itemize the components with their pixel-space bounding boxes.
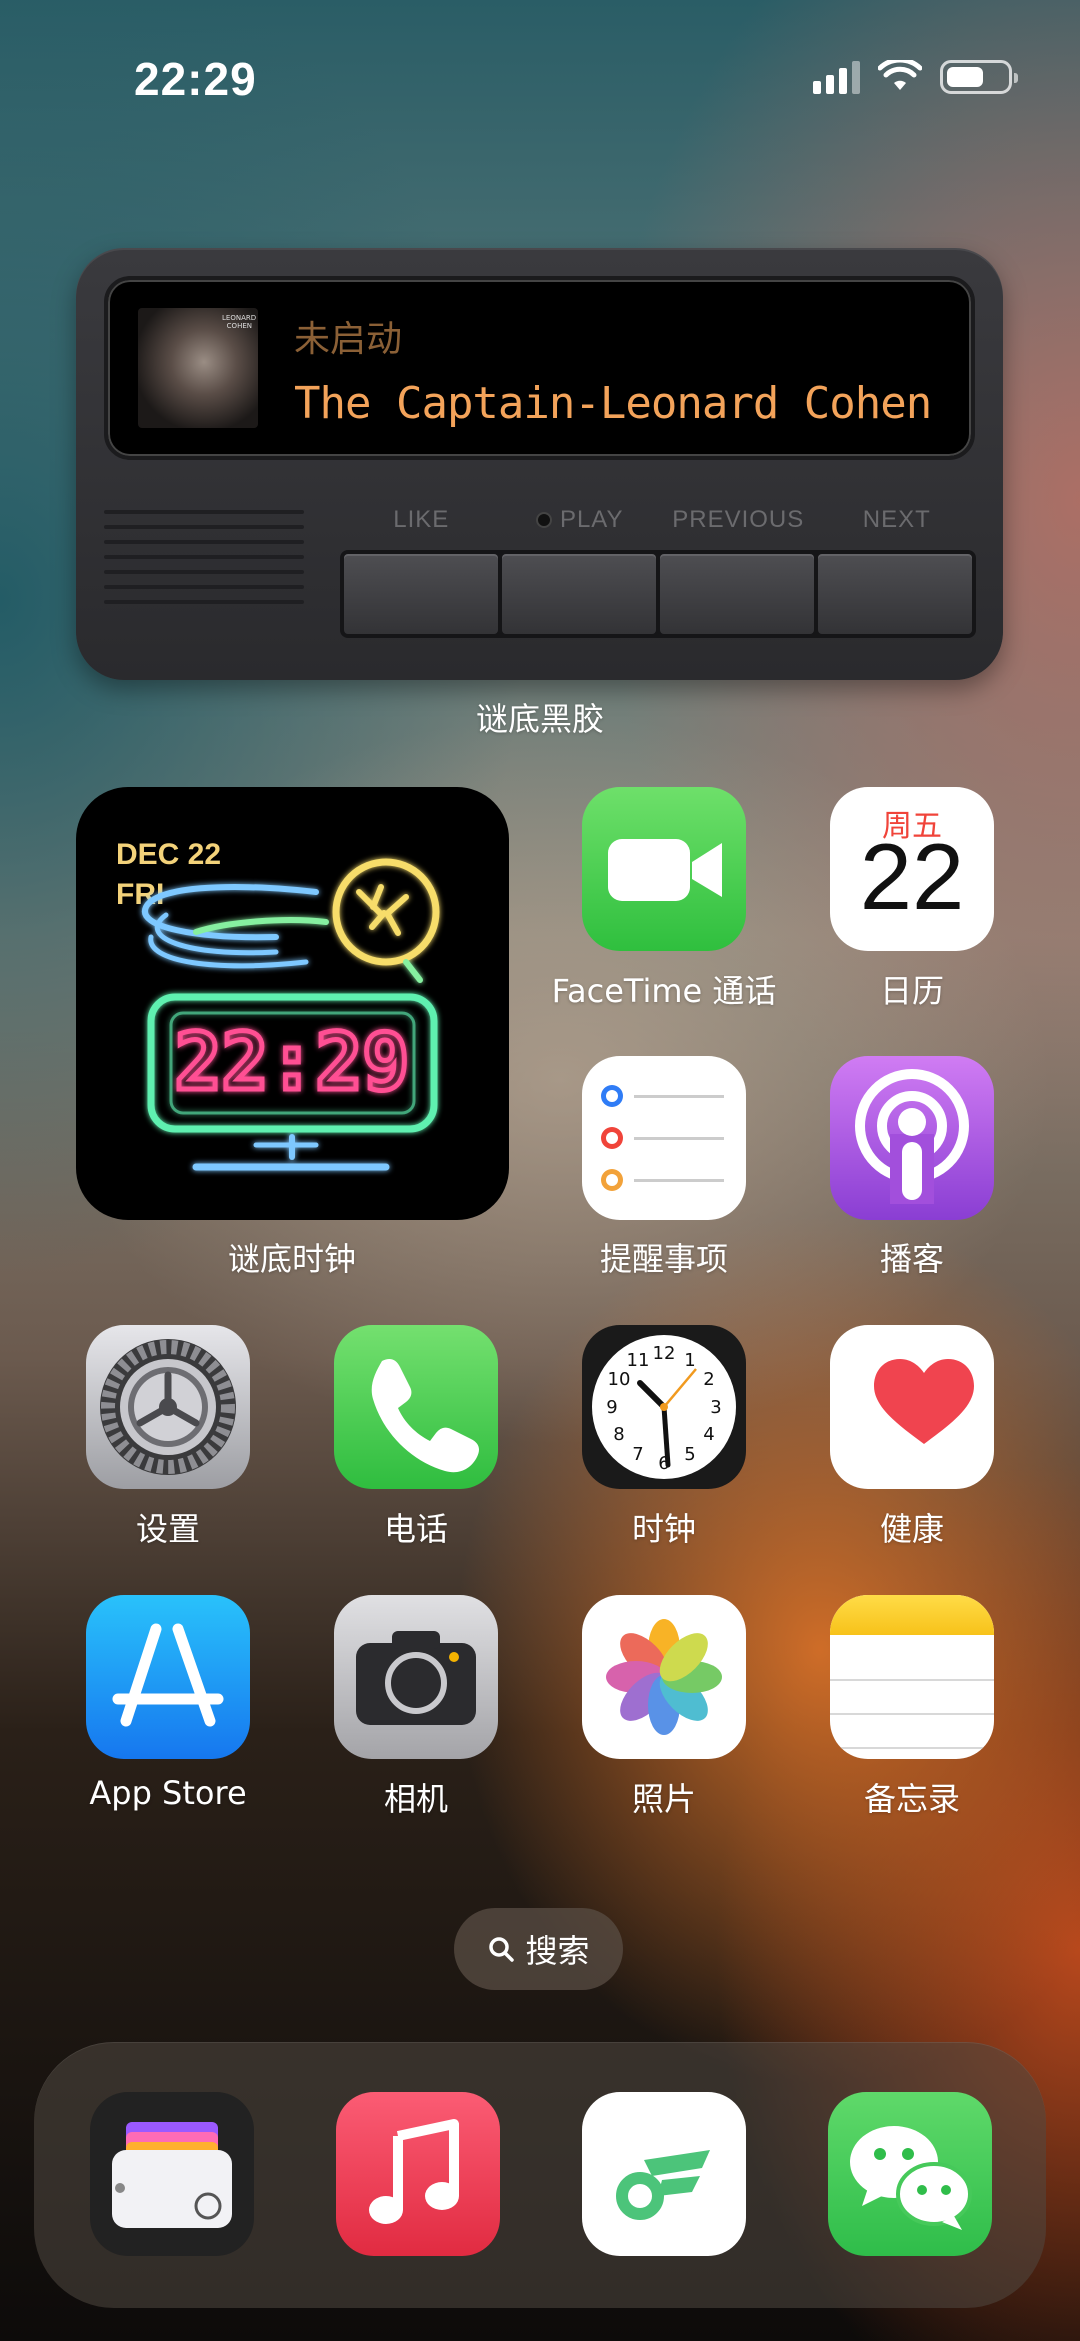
heart-icon (874, 1359, 974, 1444)
play-label-wrap: PLAY (501, 506, 660, 534)
music-keys (340, 550, 976, 638)
calendar-label: 日历 (879, 972, 945, 1010)
like-button[interactable] (344, 554, 498, 634)
album-art: LEONARD COHEN (138, 308, 258, 428)
svg-text:3: 3 (710, 1397, 721, 1418)
wallet-icon (112, 2122, 232, 2228)
phone-app[interactable] (334, 1325, 498, 1489)
play-label: PLAY (559, 506, 624, 533)
svg-text:4: 4 (703, 1424, 714, 1445)
led-indicator-icon (535, 512, 552, 528)
music-display: LEONARD COHEN 未启动 The Captain-Leonard Co… (104, 276, 975, 460)
wechat-chat-icon (850, 2126, 972, 2230)
notes-line (830, 1713, 994, 1715)
status-icons (813, 60, 1018, 94)
speaker-grill (104, 510, 304, 615)
settings-label: 设置 (135, 1510, 201, 1548)
notes-app[interactable] (830, 1595, 994, 1759)
video-camera-icon (608, 839, 722, 901)
status-time: 22:29 (134, 53, 257, 105)
like-label: LIKE (393, 506, 450, 533)
svg-text:7: 7 (632, 1444, 643, 1465)
notes-header-bar (830, 1595, 994, 1635)
notes-line (830, 1747, 994, 1749)
facetime-app[interactable] (582, 787, 746, 951)
clock-widget-label: 谜底时钟 (227, 1240, 357, 1278)
wechat-app[interactable] (828, 2092, 992, 2256)
music-status: 未启动 (294, 319, 403, 360)
podcast-icon (855, 1069, 969, 1204)
reminders-label: 提醒事项 (599, 1240, 729, 1278)
svg-text:5: 5 (684, 1444, 695, 1465)
analog-clock-icon: 12 12 345 678 91011 (592, 1335, 736, 1479)
clock-widget[interactable]: DEC 22 FRI 22:29 (76, 787, 509, 1220)
phone-label: 电话 (383, 1510, 449, 1548)
photos-flower-icon (606, 1619, 722, 1735)
wifi-icon (878, 60, 922, 90)
track-title: The Captain-Leonard Cohen (294, 378, 932, 429)
music-widget-label: 谜底黑胶 (475, 700, 605, 738)
green-logo-app[interactable] (582, 2092, 746, 2256)
next-label: NEXT (862, 506, 931, 533)
dock (34, 2042, 1046, 2308)
svg-text:11: 11 (627, 1350, 650, 1371)
camera-icon (356, 1631, 476, 1725)
music-button-labels: LIKE PLAY PREVIOUS NEXT (342, 506, 976, 534)
svg-text:2: 2 (703, 1369, 714, 1390)
photos-label: 照片 (631, 1780, 697, 1818)
notes-label: 备忘录 (863, 1780, 961, 1818)
search-button[interactable]: 搜索 (454, 1908, 623, 1990)
appstore-app[interactable] (86, 1595, 250, 1759)
svg-text:8: 8 (613, 1424, 624, 1445)
appstore-label: App Store (89, 1774, 247, 1812)
camera-app[interactable] (334, 1595, 498, 1759)
battery-icon (940, 60, 1018, 94)
health-app[interactable] (830, 1325, 994, 1489)
search-icon (489, 1937, 515, 1962)
podcasts-app[interactable] (830, 1056, 994, 1220)
music-app[interactable] (336, 2092, 500, 2256)
next-button[interactable] (818, 554, 972, 634)
green-logo-icon (616, 2150, 710, 2220)
svg-text:1: 1 (684, 1350, 695, 1371)
calendar-app[interactable]: 周五 22 (830, 787, 994, 951)
appstore-a-icon (112, 1623, 224, 1727)
camera-label: 相机 (383, 1780, 449, 1818)
wallet-app[interactable] (90, 2092, 254, 2256)
reminders-app[interactable] (582, 1056, 746, 1220)
previous-button[interactable] (660, 554, 814, 634)
settings-app[interactable] (86, 1325, 250, 1489)
clock-widget-time: 22:29 (175, 1018, 410, 1108)
facetime-label: FaceTime 通话 (551, 972, 777, 1010)
music-note-icon (369, 2119, 459, 2224)
neon-clock-icon: 22:29 (141, 858, 440, 1171)
album-art-text: LEONARD COHEN (222, 314, 257, 330)
previous-label: PREVIOUS (672, 506, 805, 533)
search-label: 搜索 (525, 1932, 590, 1970)
music-widget[interactable]: LEONARD COHEN 未启动 The Captain-Leonard Co… (76, 248, 1003, 680)
svg-text:9: 9 (606, 1397, 617, 1418)
cellular-signal-icon (813, 60, 860, 94)
reminders-list-icon (601, 1085, 724, 1191)
podcasts-label: 播客 (879, 1240, 945, 1278)
gear-icon (100, 1339, 236, 1475)
calendar-date: 22 (859, 824, 965, 929)
clock-label: 时钟 (631, 1510, 697, 1548)
clock-app[interactable]: 12 1 2 345 678 9 10 11 (582, 1325, 746, 1489)
phone-handset-icon (371, 1359, 479, 1473)
play-button[interactable] (502, 554, 656, 634)
photos-app[interactable] (582, 1595, 746, 1759)
health-label: 健康 (879, 1510, 945, 1548)
svg-text:12: 12 (653, 1343, 676, 1364)
notes-line (830, 1679, 994, 1681)
svg-text:10: 10 (608, 1369, 631, 1390)
